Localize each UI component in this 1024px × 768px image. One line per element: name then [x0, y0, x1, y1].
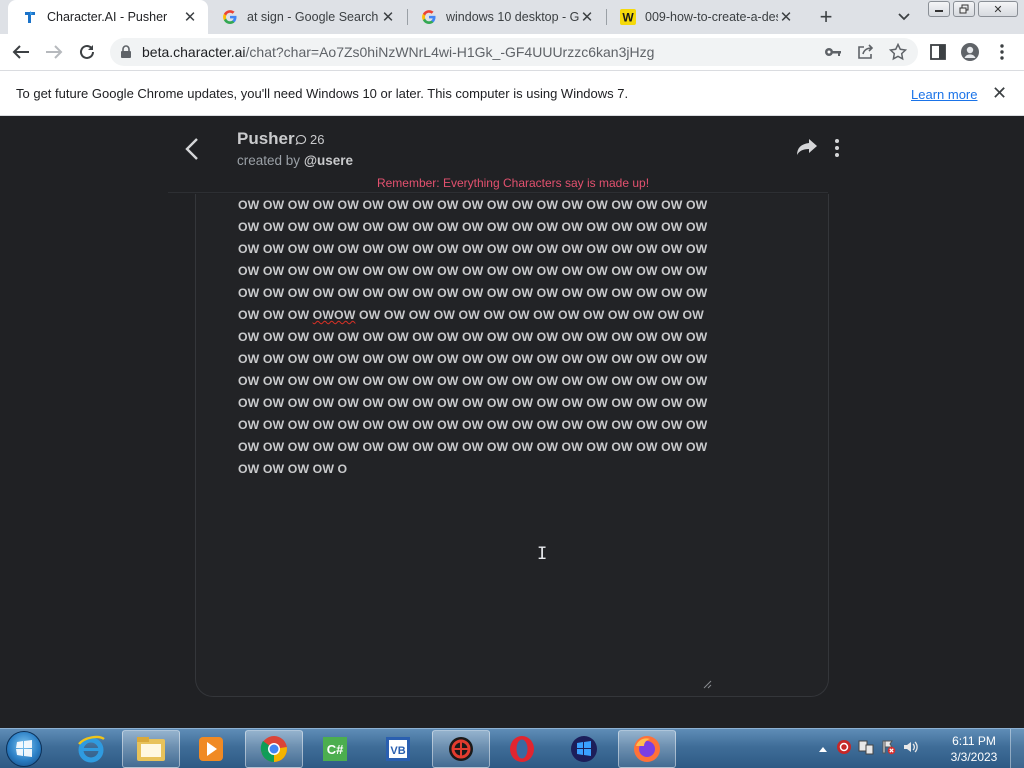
- tab-title: 009-how-to-create-a-des: [645, 10, 778, 24]
- tab-strip: Character.AI - Pusher ✕ at sign - Google…: [0, 0, 1024, 34]
- url-host: beta.character.ai: [142, 44, 246, 60]
- svg-text:C#: C#: [327, 742, 344, 757]
- learn-more-link[interactable]: Learn more: [911, 87, 977, 102]
- url-path: /chat?char=Ao7Zs0hiNzWNrL4wi-H1Gk_-GF4UU…: [245, 44, 655, 60]
- minimize-icon[interactable]: [928, 1, 950, 17]
- misspelled-word[interactable]: OWOW: [313, 308, 356, 322]
- visual-basic-icon[interactable]: VB: [369, 730, 427, 768]
- tab-title: windows 10 desktop - Go: [446, 10, 579, 24]
- tab-title: Character.AI - Pusher: [47, 10, 168, 24]
- restore-icon[interactable]: [953, 1, 975, 17]
- show-hidden-icons-icon[interactable]: [818, 740, 828, 758]
- close-infobar-icon[interactable]: ✕: [992, 83, 1007, 104]
- forward-arrow-icon[interactable]: [43, 41, 65, 63]
- reload-icon[interactable]: [76, 41, 98, 63]
- start-button[interactable]: [6, 731, 42, 767]
- made-up-notice: Remember: Everything Characters say is m…: [376, 176, 650, 190]
- share-icon[interactable]: [856, 42, 876, 62]
- infobar-message: To get future Google Chrome updates, you…: [16, 86, 629, 101]
- internet-explorer-icon[interactable]: [62, 730, 120, 768]
- creator-handle[interactable]: @usere: [304, 153, 353, 168]
- message-line: OW OW OW OW OW OW OW OW OW OW OW OW OW O…: [238, 198, 708, 212]
- w-site-icon: W: [620, 9, 636, 25]
- creator-line: created by @usere: [237, 153, 353, 168]
- app-blue-icon[interactable]: [555, 730, 613, 768]
- message-line: OW OW OW OW OW OW OW OW OW OW OW OW OW O…: [238, 242, 708, 256]
- opera-icon[interactable]: [493, 730, 551, 768]
- created-by-label: created by: [237, 153, 301, 168]
- windows-taskbar: C# VB 6:11 PM 3/3/2023: [0, 728, 1024, 768]
- security-tray-icon[interactable]: [836, 739, 852, 760]
- close-window-icon[interactable]: ✕: [978, 1, 1018, 17]
- tab-title: at sign - Google Search: [247, 10, 379, 24]
- character-ai-icon: [22, 9, 38, 25]
- close-tab-icon[interactable]: ✕: [182, 9, 198, 26]
- character-name[interactable]: Pusher: [237, 129, 295, 149]
- system-clock[interactable]: 6:11 PM 3/3/2023: [944, 733, 1004, 765]
- password-key-icon[interactable]: [823, 42, 843, 62]
- tab-search-icon[interactable]: [894, 7, 914, 27]
- lock-icon[interactable]: [120, 45, 132, 64]
- bookmark-star-icon[interactable]: [888, 42, 908, 62]
- message-line: OW OW OW OW OW OW OW OW OW OW OW OW OW O…: [238, 352, 708, 366]
- tab-character-ai[interactable]: Character.AI - Pusher ✕: [8, 0, 208, 34]
- google-icon: [222, 9, 238, 25]
- message-line: OW OW OW OW OW OW OW OW OW OW OW OW OW O…: [238, 440, 708, 454]
- message-line: OW OW OW OWOW OW OW OW OW OW OW OW OW OW…: [238, 308, 704, 322]
- close-tab-icon[interactable]: ✕: [579, 9, 595, 26]
- back-arrow-icon[interactable]: [10, 41, 32, 63]
- firefox-icon[interactable]: [618, 730, 676, 768]
- media-player-icon[interactable]: [182, 730, 240, 768]
- tab-windows-desktop[interactable]: windows 10 desktop - Go ✕: [407, 0, 605, 34]
- close-tab-icon[interactable]: ✕: [778, 9, 794, 26]
- chrome-icon[interactable]: [245, 730, 303, 768]
- network-error-icon[interactable]: [880, 739, 896, 760]
- chat-page: Pusher 26 created by @usere Remember: Ev…: [0, 116, 1024, 728]
- share-arrow-icon[interactable]: [796, 138, 818, 161]
- message-line: OW OW OW OW OW OW OW OW OW OW OW OW OW O…: [238, 330, 708, 344]
- file-explorer-icon[interactable]: [122, 730, 180, 768]
- message-line: OW OW OW OW OW OW OW OW OW OW OW OW OW O…: [238, 264, 708, 278]
- message-line: OW OW OW OW O: [238, 462, 348, 476]
- show-desktop-button[interactable]: [1010, 729, 1024, 768]
- message-line: OW OW OW OW OW OW OW OW OW OW OW OW OW O…: [238, 220, 708, 234]
- clock-date: 3/3/2023: [950, 750, 998, 764]
- side-panel-icon[interactable]: [928, 42, 948, 62]
- update-infobar: To get future Google Chrome updates, you…: [0, 70, 1024, 116]
- address-toolbar: beta.character.ai/chat?char=Ao7Zs0hiNzWN…: [0, 34, 1024, 70]
- text-cursor-icon: I: [537, 544, 548, 564]
- tab-google-search[interactable]: at sign - Google Search ✕: [208, 0, 406, 34]
- chat-header: Pusher 26 created by @usere Remember: Ev…: [168, 116, 839, 193]
- more-options-icon[interactable]: [834, 138, 840, 163]
- devices-tray-icon[interactable]: [858, 739, 874, 760]
- message-input-box[interactable]: OW OW OW OW OW OW OW OW OW OW OW OW OW O…: [195, 194, 829, 697]
- chrome-menu-icon[interactable]: [992, 42, 1012, 62]
- message-text[interactable]: OW OW OW OW OW OW OW OW OW OW OW OW OW O…: [238, 194, 708, 480]
- chat-count: 26: [295, 132, 324, 147]
- svg-text:W: W: [622, 11, 634, 25]
- resize-handle-icon[interactable]: [702, 676, 712, 694]
- message-line: OW OW OW OW OW OW OW OW OW OW OW OW OW O…: [238, 396, 708, 410]
- address-bar[interactable]: beta.character.ai/chat?char=Ao7Zs0hiNzWN…: [110, 38, 918, 66]
- chat-bubble-icon: [295, 134, 307, 145]
- tab-how-to-create[interactable]: W 009-how-to-create-a-des ✕: [606, 0, 804, 34]
- message-line: OW OW OW OW OW OW OW OW OW OW OW OW OW O…: [238, 374, 708, 388]
- system-tray: [818, 729, 918, 768]
- app-red-icon[interactable]: [432, 730, 490, 768]
- message-line: OW OW OW OW OW OW OW OW OW OW OW OW OW O…: [238, 286, 708, 300]
- profile-avatar-icon[interactable]: [960, 42, 980, 62]
- close-tab-icon[interactable]: ✕: [380, 9, 396, 26]
- back-chevron-icon[interactable]: [182, 136, 204, 160]
- new-tab-icon[interactable]: +: [814, 4, 838, 29]
- url-text[interactable]: beta.character.ai/chat?char=Ao7Zs0hiNzWN…: [142, 44, 654, 60]
- chat-count-value: 26: [310, 132, 325, 147]
- message-line: OW OW OW OW OW OW OW OW OW OW OW OW OW O…: [238, 418, 708, 432]
- csharp-icon[interactable]: C#: [306, 730, 364, 768]
- svg-text:VB: VB: [390, 745, 405, 757]
- google-icon: [421, 9, 437, 25]
- volume-icon[interactable]: [902, 739, 918, 760]
- clock-time: 6:11 PM: [952, 734, 996, 748]
